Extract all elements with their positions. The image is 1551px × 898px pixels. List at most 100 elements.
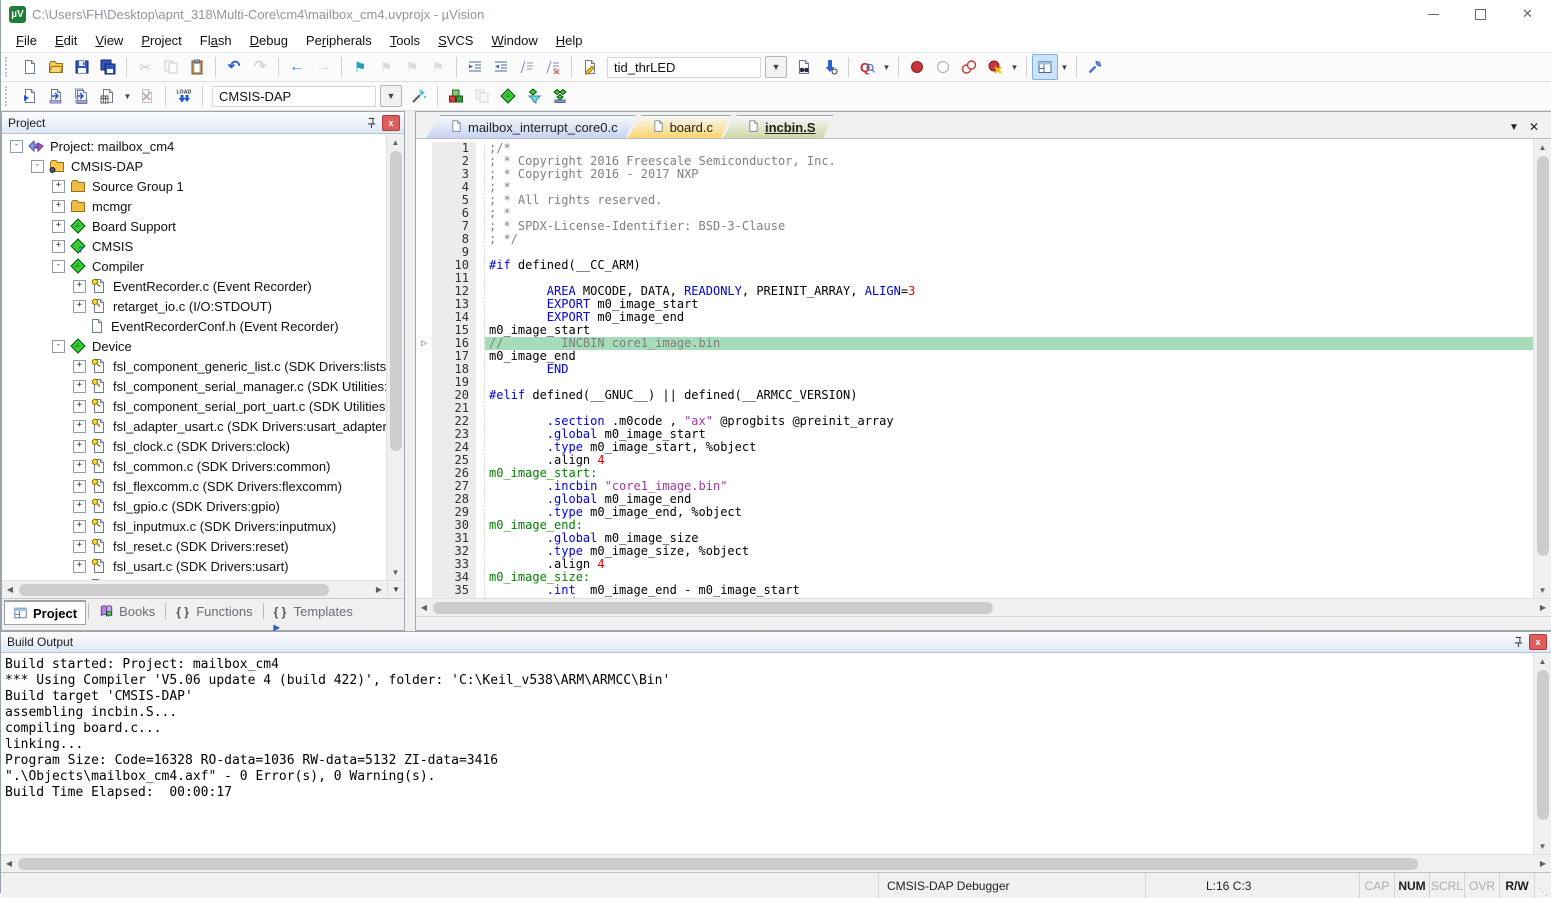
- editor-tab-incbin.S[interactable]: incbin.S: [723, 115, 834, 138]
- tree-item[interactable]: -Device: [2, 336, 386, 356]
- breakpoint-drop[interactable]: ▼: [1008, 56, 1021, 78]
- scroll-up-icon[interactable]: ▲: [1535, 139, 1551, 155]
- save-button[interactable]: [69, 54, 95, 80]
- undo-button[interactable]: ↶: [221, 54, 247, 80]
- line-number[interactable]: 18: [432, 363, 476, 376]
- scroll-left-icon[interactable]: ◀: [416, 600, 432, 616]
- batch-build-drop[interactable]: ▼: [121, 85, 134, 107]
- tree-item[interactable]: +fsl_common.c (SDK Drivers:common): [2, 456, 386, 476]
- line-number[interactable]: 34: [432, 571, 476, 584]
- breakpoint-margin[interactable]: [416, 350, 432, 363]
- scroll-down-icon[interactable]: ▼: [388, 564, 404, 580]
- navigate-forward-button[interactable]: →: [310, 54, 336, 80]
- line-number[interactable]: 31: [432, 532, 476, 545]
- menu-project[interactable]: Project: [132, 31, 190, 50]
- line-number[interactable]: 16: [432, 337, 476, 350]
- project-tree-hscrollbar[interactable]: ◀ ▶ ▼: [2, 580, 404, 598]
- tree-expand-toggle[interactable]: +: [52, 220, 65, 233]
- breakpoint-margin[interactable]: [416, 467, 432, 480]
- tree-item[interactable]: +EventRecorder.c (Event Recorder): [2, 276, 386, 296]
- code-text[interactable]: ; */: [485, 233, 1533, 246]
- enable-breakpoint-button[interactable]: [930, 54, 956, 80]
- tree-expand-toggle[interactable]: +: [52, 200, 65, 213]
- tree-expand-toggle[interactable]: +: [73, 460, 86, 473]
- panel-tab-books[interactable]: ?Books: [91, 600, 163, 622]
- line-number[interactable]: 17: [432, 350, 476, 363]
- copy-button[interactable]: [158, 54, 184, 80]
- pin-icon[interactable]: [363, 116, 379, 130]
- indent-button[interactable]: [462, 54, 488, 80]
- line-number[interactable]: 32: [432, 545, 476, 558]
- minimize-button[interactable]: [1410, 0, 1457, 28]
- menu-edit[interactable]: Edit: [46, 31, 86, 50]
- quick-find-drop[interactable]: ▼: [880, 56, 893, 78]
- menu-flash[interactable]: Flash: [191, 31, 241, 50]
- maximize-button[interactable]: [1457, 0, 1504, 28]
- tree-expand-toggle[interactable]: +: [73, 400, 86, 413]
- find-combo[interactable]: tid_thrLED: [607, 57, 761, 78]
- code-text[interactable]: .int m0_image_end - m0_image_start: [485, 584, 1533, 597]
- code-line[interactable]: 35 .int m0_image_end - m0_image_start: [416, 584, 1533, 597]
- tree-expand-toggle[interactable]: +: [73, 380, 86, 393]
- line-number[interactable]: 12: [432, 285, 476, 298]
- paste-button[interactable]: [184, 54, 210, 80]
- breakpoint-margin[interactable]: [416, 506, 432, 519]
- tree-item[interactable]: EventRecorderConf.h (Event Recorder): [2, 316, 386, 336]
- breakpoint-margin[interactable]: [416, 259, 432, 272]
- tree-item[interactable]: +fsl_component_serial_manager.c (SDK Uti…: [2, 376, 386, 396]
- line-number[interactable]: 23: [432, 428, 476, 441]
- tree-expand-toggle[interactable]: +: [73, 540, 86, 553]
- tab-list-dropdown-icon[interactable]: ▼: [1509, 122, 1519, 133]
- code-text[interactable]: ; * All rights reserved.: [485, 194, 1533, 207]
- insert-breakpoint-button[interactable]: [904, 54, 930, 80]
- breakpoint-margin[interactable]: [416, 480, 432, 493]
- code-line[interactable]: 3; * Copyright 2016 - 2017 NXP: [416, 168, 1533, 181]
- breakpoint-margin[interactable]: [416, 402, 432, 415]
- scroll-up-icon[interactable]: ▲: [1535, 653, 1551, 669]
- breakpoint-margin[interactable]: [416, 519, 432, 532]
- incremental-find-button[interactable]: [817, 54, 843, 80]
- scroll-down-icon[interactable]: ▼: [1535, 582, 1551, 598]
- line-number[interactable]: 29: [432, 506, 476, 519]
- stop-build-button[interactable]: [134, 83, 160, 109]
- tree-item[interactable]: +fsl_adapter_usart.c (SDK Drivers:usart_…: [2, 416, 386, 436]
- line-number[interactable]: 25: [432, 454, 476, 467]
- code-text[interactable]: m0_image_end: [485, 350, 1533, 363]
- editor-tab-mailbox_interrupt_core0.c[interactable]: mailbox_interrupt_core0.c: [426, 115, 636, 138]
- breakpoint-margin[interactable]: [416, 571, 432, 584]
- panel-splitter[interactable]: [405, 111, 415, 631]
- tree-item[interactable]: +retarget_io.c (I/O:STDOUT): [2, 296, 386, 316]
- panel-tab-templates[interactable]: { }▸Templates: [266, 600, 361, 622]
- build-output-close-icon[interactable]: x: [1529, 634, 1547, 650]
- menu-file[interactable]: File: [7, 31, 46, 50]
- code-editor[interactable]: 1;/*2; * Copyright 2016 Freescale Semico…: [416, 139, 1533, 598]
- breakpoint-margin[interactable]: [416, 376, 432, 389]
- line-number[interactable]: 33: [432, 558, 476, 571]
- code-text[interactable]: // INCBIN core1_image.bin: [485, 337, 1533, 350]
- breakpoint-margin[interactable]: [416, 311, 432, 324]
- code-text[interactable]: .align 4: [485, 454, 1533, 467]
- tree-item[interactable]: +mcmgr: [2, 196, 386, 216]
- scroll-right-icon[interactable]: ▶: [1535, 856, 1551, 872]
- tree-expand-toggle[interactable]: -: [10, 140, 23, 153]
- window-layout-button[interactable]: [1032, 54, 1058, 80]
- breakpoint-margin[interactable]: [416, 142, 432, 155]
- breakpoint-margin[interactable]: [416, 584, 432, 597]
- code-text[interactable]: EXPORT m0_image_end: [485, 311, 1533, 324]
- find-combo-drop[interactable]: ▼: [765, 56, 787, 78]
- panel-tab-functions[interactable]: { }Functions: [168, 600, 260, 622]
- unindent-button[interactable]: [488, 54, 514, 80]
- target-combo[interactable]: CMSIS-DAP: [212, 86, 376, 107]
- build-button[interactable]: [43, 83, 69, 109]
- line-number[interactable]: 7: [432, 220, 476, 233]
- tree-expand-toggle[interactable]: +: [52, 240, 65, 253]
- tree-item[interactable]: +fsl_component_generic_list.c (SDK Drive…: [2, 356, 386, 376]
- code-line[interactable]: 29 .type m0_image_end, %object: [416, 506, 1533, 519]
- tree-expand-toggle[interactable]: +: [73, 500, 86, 513]
- build-output-vscrollbar[interactable]: ▲ ▼: [1533, 653, 1551, 854]
- breakpoint-margin[interactable]: [416, 441, 432, 454]
- breakpoint-margin[interactable]: [416, 168, 432, 181]
- line-number[interactable]: 5: [432, 194, 476, 207]
- tree-item[interactable]: +fsl_inputmux.c (SDK Drivers:inputmux): [2, 516, 386, 536]
- close-button[interactable]: ✕: [1504, 0, 1551, 28]
